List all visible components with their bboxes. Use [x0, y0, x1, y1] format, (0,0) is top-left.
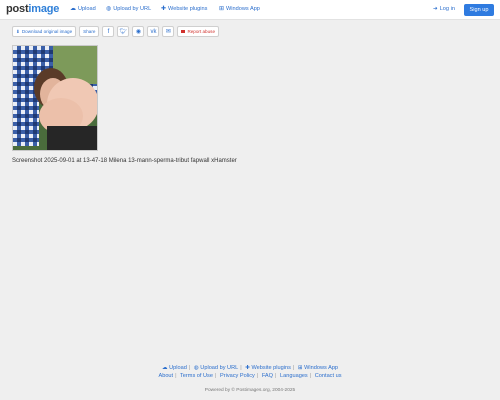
image-thumbnail[interactable]	[12, 45, 98, 151]
footer-privacy-link[interactable]: Privacy Policy	[220, 373, 255, 379]
nav-upload-by-url-label: Upload by URL	[113, 6, 152, 12]
windows-icon: ⊞	[219, 6, 225, 12]
footer-terms-link[interactable]: Terms of Use	[180, 373, 213, 379]
cloud-upload-icon: ☁	[70, 6, 76, 12]
footer-nav-secondary: About | Terms of Use | Privacy Policy | FAQ…	[158, 373, 342, 379]
flag-icon	[181, 30, 186, 33]
footer-upload-by-url-link[interactable]: ◍ Upload by URL	[194, 365, 238, 371]
report-abuse-label: Report abuse	[187, 29, 216, 34]
nav-website-plugins-label: Website plugins	[168, 6, 208, 12]
share-twitter-button[interactable]: 🐦︎	[117, 26, 130, 37]
footer-contact-link[interactable]: Contact us	[315, 373, 342, 379]
download-icon: ⬇	[16, 28, 20, 34]
share-reddit-button[interactable]: ◉	[132, 26, 145, 37]
login-link[interactable]: ➜ Log in	[433, 6, 455, 12]
download-original-button[interactable]: ⬇ Download original image	[12, 26, 77, 37]
report-abuse-button[interactable]: Report abuse	[177, 26, 220, 37]
nav-upload-by-url-link[interactable]: ◍ Upload by URL	[106, 6, 151, 12]
footer-website-plugins-link[interactable]: ✚ Website plugins	[245, 365, 291, 371]
nav-upload-label: Upload	[78, 6, 96, 12]
login-icon: ➜	[433, 6, 438, 12]
puzzle-icon: ✚	[161, 6, 167, 12]
facebook-icon: f	[107, 28, 110, 35]
footer-nav-primary: ☁ Upload | ◍ Upload by URL | ✚ Website plu…	[161, 365, 339, 371]
reddit-icon: ◉	[135, 29, 142, 35]
share-button[interactable]: Share	[79, 26, 100, 37]
image-caption: Screenshot 2025-09-01 at 13-47-18 Milena…	[12, 158, 237, 164]
image-toolbar: ⬇ Download original image Share f 🐦︎ ◉ v…	[12, 26, 220, 37]
footer-languages-link[interactable]: Languages	[280, 373, 308, 379]
footer-about-link[interactable]: About	[158, 373, 173, 379]
nav-windows-app-link[interactable]: ⊞ Windows App	[219, 6, 260, 12]
share-vk-button[interactable]: vk	[147, 26, 160, 37]
footer-faq-link[interactable]: FAQ	[262, 373, 273, 379]
top-header: postimage ☁ Upload ◍ Upload by URL ✚ Web…	[0, 0, 500, 20]
nav-windows-app-label: Windows App	[226, 6, 260, 12]
footer-windows-app-link[interactable]: ⊞ Windows App	[298, 365, 338, 371]
share-email-button[interactable]: ✉	[162, 26, 175, 37]
footer-upload-link[interactable]: ☁ Upload	[162, 365, 187, 371]
nav-upload-link[interactable]: ☁ Upload	[70, 6, 96, 12]
globe-icon: ◍	[106, 6, 112, 12]
login-label: Log in	[439, 6, 455, 12]
download-label: Download original image	[21, 29, 73, 34]
share-label: Share	[83, 29, 96, 34]
postimage-logo[interactable]: postimage	[6, 3, 59, 15]
vk-icon: vk	[150, 28, 157, 35]
nav-website-plugins-link[interactable]: ✚ Website plugins	[161, 6, 207, 12]
copyright-text: Powered by © Postimages.org, 2004-2025	[204, 388, 296, 393]
envelope-icon: ✉	[165, 29, 171, 35]
photo-graphic	[13, 46, 97, 150]
twitter-icon: 🐦︎	[119, 29, 128, 35]
signup-button[interactable]: Sign up	[464, 4, 494, 16]
share-facebook-button[interactable]: f	[102, 26, 115, 37]
